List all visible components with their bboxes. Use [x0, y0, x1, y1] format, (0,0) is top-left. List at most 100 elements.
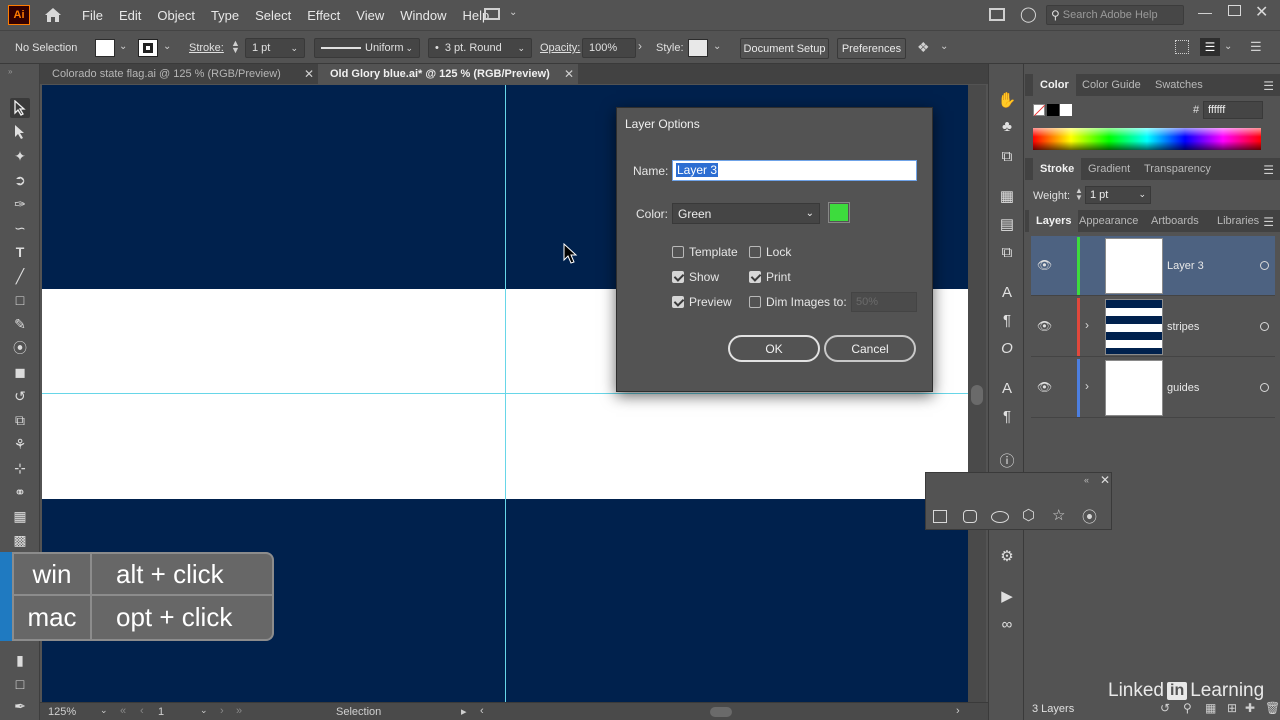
ellipse-icon[interactable]: [991, 511, 1009, 523]
lock-checkbox[interactable]: [749, 246, 761, 258]
settings-gear-icon[interactable]: ⚙: [997, 546, 1017, 566]
transform-icon[interactable]: ☰: [1200, 38, 1220, 56]
direct-selection-tool-icon[interactable]: [10, 122, 30, 142]
tab-gradient[interactable]: Gradient: [1081, 158, 1137, 180]
chevron-down-icon[interactable]: ⌄: [1224, 41, 1232, 52]
chevron-down-icon[interactable]: ⌄: [200, 705, 208, 716]
clipping-mask-icon[interactable]: ▦: [1205, 701, 1216, 715]
menu-edit[interactable]: Edit: [111, 8, 149, 23]
scroll-right-icon[interactable]: ›: [956, 705, 960, 717]
preferences-button[interactable]: Preferences: [837, 38, 906, 59]
ok-button[interactable]: OK: [728, 335, 820, 362]
hex-input[interactable]: ffffff: [1203, 101, 1263, 119]
panel-menu-icon[interactable]: ☰: [1263, 79, 1274, 93]
chevron-down-icon[interactable]: ⌄: [940, 41, 948, 52]
stepper-icon[interactable]: ▲ ▼: [1075, 187, 1083, 202]
visibility-eye-icon[interactable]: 👁: [1037, 380, 1052, 394]
brush-select[interactable]: • 3 pt. Round ⌄: [428, 38, 532, 58]
visibility-eye-icon[interactable]: 👁: [1037, 319, 1052, 333]
home-icon[interactable]: [44, 7, 62, 23]
rectangle-icon[interactable]: [933, 510, 947, 523]
chevron-right-icon[interactable]: ›: [638, 39, 642, 53]
layer-name[interactable]: stripes: [1167, 321, 1199, 333]
minimize-icon[interactable]: —: [1198, 4, 1212, 20]
tab-appearance[interactable]: Appearance: [1072, 210, 1145, 232]
opacity-label[interactable]: Opacity:: [540, 42, 580, 54]
stepper-icon[interactable]: ▲ ▼: [231, 39, 240, 55]
close-tab-icon[interactable]: ✕: [564, 67, 574, 81]
tab-stroke[interactable]: Stroke: [1033, 158, 1082, 180]
workspace-icon[interactable]: [989, 8, 1005, 21]
isolate-icon[interactable]: ❖: [917, 39, 930, 56]
template-checkbox[interactable]: [672, 246, 684, 258]
stroke-swatch[interactable]: [138, 39, 158, 57]
links-icon[interactable]: ∞: [997, 614, 1017, 634]
chevron-down-icon[interactable]: ⌄: [100, 705, 108, 716]
selection-tool-icon[interactable]: [10, 98, 30, 118]
align-panel-icon[interactable]: ▤: [997, 214, 1017, 234]
status-menu-icon[interactable]: ▸: [461, 705, 467, 718]
opacity-field[interactable]: 100%: [582, 38, 636, 58]
new-layer-icon[interactable]: ✚: [1245, 701, 1255, 715]
panel-menu-icon[interactable]: ☰: [1263, 215, 1274, 229]
zoom-level[interactable]: 125%: [48, 706, 76, 718]
collapse-icon[interactable]: «: [1084, 475, 1089, 485]
collect-export-icon[interactable]: ↺: [1160, 701, 1170, 715]
show-checkbox[interactable]: [672, 271, 684, 283]
dim-percent-input[interactable]: 50%: [851, 292, 917, 312]
cancel-button[interactable]: Cancel: [824, 335, 916, 362]
dim-images-checkbox[interactable]: [749, 296, 761, 308]
stroke-weight-field[interactable]: 1 pt ⌄: [245, 38, 305, 58]
mesh-tool-icon[interactable]: ▩: [10, 530, 30, 550]
symbols-icon[interactable]: ♣: [997, 116, 1017, 136]
menu-effect[interactable]: Effect: [299, 8, 348, 23]
tab-artboards[interactable]: Artboards: [1144, 210, 1206, 232]
rotate-tool-icon[interactable]: ↺: [10, 386, 30, 406]
horizontal-guide[interactable]: [42, 393, 968, 394]
fill-swatch[interactable]: [95, 39, 115, 57]
collapse-icon[interactable]: »: [8, 67, 12, 76]
chevron-down-icon[interactable]: ⌄: [509, 7, 517, 18]
pathfinder-icon[interactable]: ⧉: [997, 242, 1017, 262]
eraser-tool-icon[interactable]: ◼: [10, 362, 30, 382]
paragraph-icon[interactable]: ¶: [997, 310, 1017, 330]
layer-row-stripes[interactable]: 👁 › stripes: [1031, 297, 1275, 357]
color-swatch[interactable]: [828, 202, 850, 223]
tab-color-guide[interactable]: Color Guide: [1075, 74, 1148, 96]
scroll-thumb[interactable]: [971, 385, 983, 405]
artboard-number[interactable]: 1: [158, 706, 164, 718]
lightbulb-icon[interactable]: ◯: [1020, 5, 1037, 23]
white-swatch[interactable]: [1060, 104, 1072, 116]
layer-name[interactable]: guides: [1167, 382, 1199, 394]
tab-swatches[interactable]: Swatches: [1148, 74, 1210, 96]
tab-colorado-state-flag[interactable]: Colorado state flag.ai @ 125 % (RGB/Prev…: [40, 64, 318, 84]
tab-color[interactable]: Color: [1033, 74, 1076, 96]
star-icon[interactable]: ☆: [1052, 506, 1065, 524]
graph-tool-icon[interactable]: ▮: [10, 650, 30, 670]
polygon-icon[interactable]: ⬡: [1022, 506, 1035, 524]
next-artboard-icon[interactable]: ›: [220, 705, 224, 717]
none-swatch[interactable]: [1033, 104, 1046, 117]
new-sublayer-icon[interactable]: ⊞: [1227, 701, 1237, 715]
layer-name-input[interactable]: Layer 3: [672, 160, 917, 181]
play-actions-icon[interactable]: ▶: [997, 586, 1017, 606]
panel-menu-icon[interactable]: ☰: [1263, 163, 1274, 177]
search-box[interactable]: ⚲ Search Adobe Help: [1046, 5, 1184, 25]
visibility-eye-icon[interactable]: 👁: [1037, 258, 1052, 272]
tab-transparency[interactable]: Transparency: [1137, 158, 1218, 180]
paintbrush-tool-icon[interactable]: ✎: [10, 314, 30, 334]
character-icon[interactable]: A: [997, 282, 1017, 302]
expand-chevron-icon[interactable]: ›: [1085, 318, 1089, 332]
scale-tool-icon[interactable]: ⧉: [10, 410, 30, 430]
stroke-profile-select[interactable]: Uniform ⌄: [314, 38, 420, 58]
close-tab-icon[interactable]: ✕: [304, 67, 314, 81]
panel-menu-icon[interactable]: ☰: [1250, 39, 1262, 55]
arrange-documents-icon[interactable]: [484, 8, 500, 20]
menu-object[interactable]: Object: [149, 8, 203, 23]
free-transform-tool-icon[interactable]: ⊹: [10, 458, 30, 478]
restore-icon[interactable]: [1228, 5, 1241, 16]
magic-wand-tool-icon[interactable]: ✦: [10, 146, 30, 166]
align-icon[interactable]: [1175, 40, 1189, 54]
weight-field[interactable]: 1 pt ⌄: [1085, 186, 1151, 204]
layer-name[interactable]: Layer 3: [1167, 260, 1204, 272]
